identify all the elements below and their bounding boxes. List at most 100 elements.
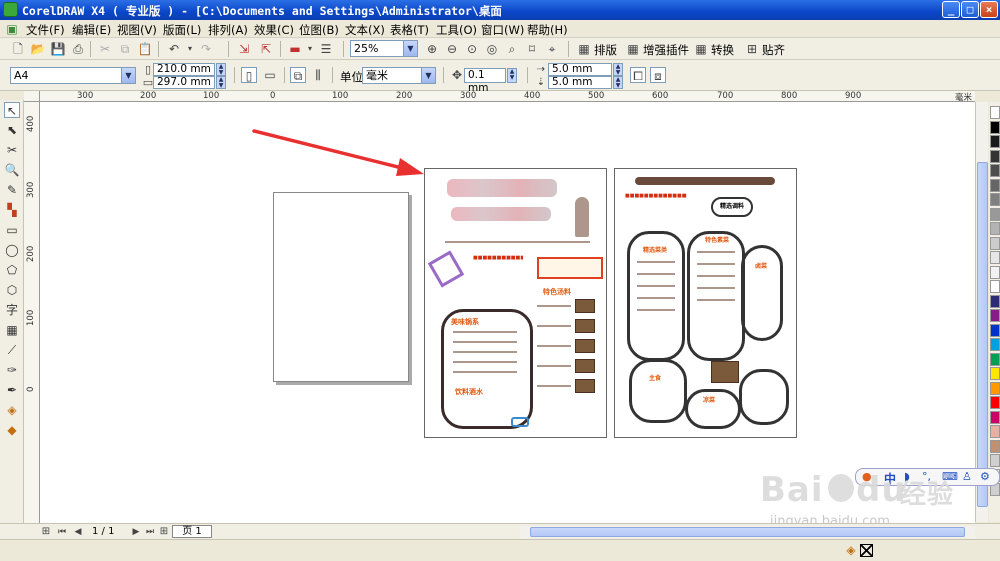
menu-bitmaps[interactable]: 位图(B) xyxy=(299,22,339,38)
ime-user-icon[interactable]: ♙ xyxy=(962,470,972,483)
color-swatch[interactable] xyxy=(990,149,1000,163)
close-button[interactable]: × xyxy=(980,1,998,18)
minimize-button[interactable]: _ xyxy=(942,1,960,18)
shape-tool-icon[interactable]: ⬉ xyxy=(4,122,20,138)
vertical-scrollbar[interactable] xyxy=(975,102,988,522)
outline-none-icon[interactable] xyxy=(860,544,873,557)
scrollbar-thumb[interactable] xyxy=(530,527,965,537)
ime-language[interactable]: 中 xyxy=(884,470,896,487)
unit-select[interactable]: 毫米 ▼ xyxy=(362,67,436,84)
smart-fill-icon[interactable]: ▚ xyxy=(4,202,20,218)
maximize-button[interactable]: □ xyxy=(961,1,979,18)
zoom-height-icon[interactable]: ⌖ xyxy=(544,41,560,57)
width-spin-button[interactable]: ▲ ▼ xyxy=(216,63,226,76)
menu-edit[interactable]: 编辑(E) xyxy=(72,22,111,38)
color-swatch[interactable] xyxy=(990,207,1000,221)
add-page-after-icon[interactable]: ⊞ xyxy=(156,524,172,540)
page-height-input[interactable]: 297.0 mm xyxy=(153,76,215,89)
snap-object-icon[interactable]: ⧈ xyxy=(650,67,666,83)
zoom-out-icon[interactable]: ⊖ xyxy=(444,41,460,57)
outline-tool-icon[interactable]: ✒ xyxy=(4,382,20,398)
treat-as-filled-icon[interactable]: ⧠ xyxy=(630,67,646,83)
color-swatch[interactable] xyxy=(990,280,1000,293)
horizontal-ruler[interactable]: 300 200 100 0 100 200 300 400 500 600 70… xyxy=(40,91,975,103)
color-swatch[interactable] xyxy=(990,135,1000,148)
ime-punctuation-icon[interactable]: ◗ xyxy=(904,470,910,483)
polygon-tool-icon[interactable]: ⬠ xyxy=(4,262,20,278)
ime-keyboard-icon[interactable]: ⌨ xyxy=(942,470,958,483)
paste-icon[interactable]: 📋 xyxy=(137,41,153,57)
page-tab[interactable]: 页 1 xyxy=(172,525,212,538)
interactive-fill-icon[interactable]: ◆ xyxy=(4,422,20,438)
color-swatch[interactable] xyxy=(990,381,1000,395)
plugin-button[interactable]: 增强插件 xyxy=(643,42,689,58)
color-swatch[interactable] xyxy=(990,309,1000,322)
color-swatch[interactable] xyxy=(990,338,1000,351)
height-spin-button[interactable]: ▲ ▼ xyxy=(216,76,226,89)
color-swatch[interactable] xyxy=(990,106,1000,119)
color-swatch[interactable] xyxy=(990,193,1000,206)
current-page-icon[interactable]: ⫼ xyxy=(310,67,326,83)
menu-tools[interactable]: 工具(O) xyxy=(436,22,477,38)
paper-size-select[interactable]: A4 ▼ xyxy=(10,67,136,84)
export-icon[interactable]: ⇱ xyxy=(258,41,274,57)
fill-tool-icon[interactable]: ◈ xyxy=(4,402,20,418)
open-folder-icon[interactable]: 📂 xyxy=(30,41,46,57)
menu-page-left[interactable]: ■■■■■■■■■■■■■■■■■■■■■■■■■■■■■■■■■■■■■■■■… xyxy=(424,168,607,438)
nudge-spin-button[interactable]: ▲ ▼ xyxy=(507,68,517,83)
zoom-in-icon[interactable]: ⊕ xyxy=(424,41,440,57)
blank-page[interactable] xyxy=(273,192,409,382)
color-swatch[interactable] xyxy=(990,164,1000,177)
ime-toolbar[interactable]: ● 中 ◗ °, ⌨ ♙ ⚙ xyxy=(855,468,1000,486)
freehand-tool-icon[interactable]: ✎ xyxy=(4,182,20,198)
color-swatch[interactable] xyxy=(990,222,1000,235)
color-swatch[interactable] xyxy=(990,352,1000,366)
first-page-icon[interactable]: ⏮ xyxy=(54,524,70,540)
color-swatch[interactable] xyxy=(990,265,1000,279)
eyedropper-tool-icon[interactable]: ✑ xyxy=(4,362,20,378)
landscape-icon[interactable]: ▭ xyxy=(262,67,278,83)
color-swatch[interactable] xyxy=(990,396,1000,409)
table-tool-icon[interactable]: ▦ xyxy=(4,322,20,338)
color-swatch[interactable] xyxy=(990,294,1000,308)
print-icon[interactable]: ⎙ xyxy=(70,41,86,57)
layout-icon[interactable]: ▦ xyxy=(576,41,592,57)
dup-x-spin-button[interactable]: ▲ ▼ xyxy=(613,63,623,76)
add-page-before-icon[interactable]: ⊞ xyxy=(38,524,54,540)
duplicate-distance-y-input[interactable]: 5.0 mm xyxy=(548,76,612,89)
page-width-input[interactable]: 210.0 mm xyxy=(153,63,215,76)
ime-symbol-icon[interactable]: °, xyxy=(922,470,931,483)
color-swatch[interactable] xyxy=(990,251,1000,264)
menu-window[interactable]: 窗口(W) xyxy=(481,22,524,38)
previous-page-icon[interactable]: ◀ xyxy=(70,524,86,540)
welcome-screen-icon[interactable]: ☰ xyxy=(318,41,334,57)
launcher-dropdown-icon[interactable]: ▾ xyxy=(302,41,318,57)
convert-button[interactable]: 转换 xyxy=(711,42,734,58)
convert-icon[interactable]: ▦ xyxy=(693,41,709,57)
zoom-all-objects-icon[interactable]: ◎ xyxy=(484,41,500,57)
vertical-ruler[interactable]: 400 300 200 100 0 xyxy=(24,102,40,524)
application-launcher-icon[interactable]: ▬ xyxy=(287,41,303,57)
ruler-origin[interactable] xyxy=(24,91,40,102)
portrait-icon[interactable]: ▯ xyxy=(241,67,257,83)
menu-arrange[interactable]: 排列(A) xyxy=(208,22,248,38)
undo-icon[interactable]: ↶ xyxy=(166,41,182,57)
zoom-page-icon[interactable]: ⌕ xyxy=(504,41,520,57)
crop-tool-icon[interactable]: ✂ xyxy=(4,142,20,158)
duplicate-distance-x-input[interactable]: 5.0 mm xyxy=(548,63,612,76)
zoom-selected-icon[interactable]: ⊙ xyxy=(464,41,480,57)
color-swatch[interactable] xyxy=(990,439,1000,453)
color-swatch[interactable] xyxy=(990,367,1000,380)
menu-text[interactable]: 文本(X) xyxy=(345,22,385,38)
ellipse-tool-icon[interactable]: ◯ xyxy=(4,242,20,258)
zoom-width-icon[interactable]: ⌑ xyxy=(524,41,540,57)
color-swatch[interactable] xyxy=(990,323,1000,337)
copy-icon[interactable]: ⧉ xyxy=(117,41,133,57)
undo-dropdown-icon[interactable]: ▾ xyxy=(182,41,198,57)
basic-shapes-icon[interactable]: ⬡ xyxy=(4,282,20,298)
dup-y-spin-button[interactable]: ▲ ▼ xyxy=(613,76,623,89)
color-swatch[interactable] xyxy=(990,178,1000,192)
redo-icon[interactable]: ↷ xyxy=(198,41,214,57)
zoom-tool-icon[interactable]: 🔍 xyxy=(4,162,20,178)
menu-file[interactable]: 文件(F) xyxy=(26,22,65,38)
